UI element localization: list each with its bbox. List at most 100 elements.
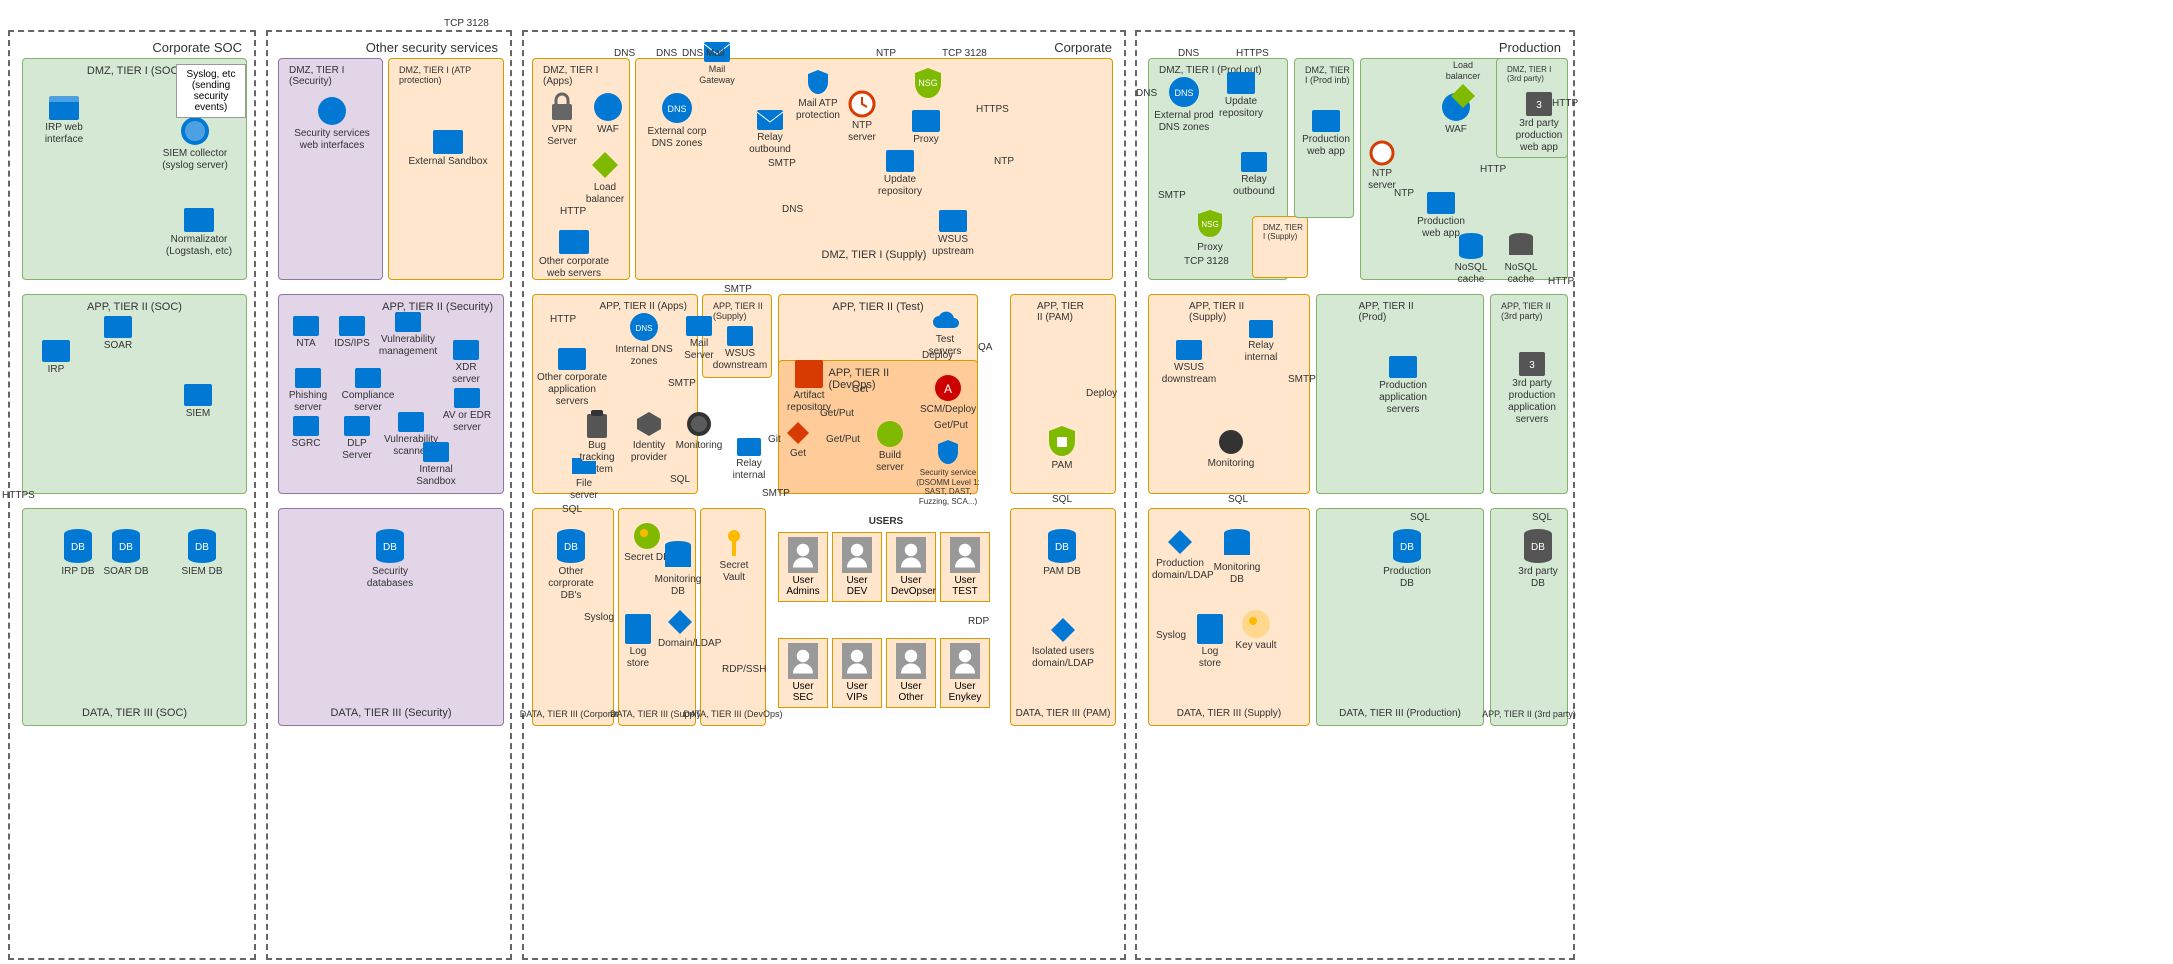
server-icon — [912, 110, 940, 132]
shield-icon — [806, 68, 830, 96]
node-nsg: NSG — [908, 66, 948, 100]
label-https2: HTTPS — [1236, 48, 1269, 59]
label-dns2: DNS — [656, 48, 677, 59]
server-icon — [1389, 356, 1417, 378]
cloud-icon — [931, 308, 959, 332]
svg-text:DB: DB — [119, 542, 133, 553]
tier-dmz-sec-label: DMZ, TIER I (Security) — [289, 65, 382, 87]
node-pam-db: DBPAM DB — [1038, 528, 1086, 578]
label-dns4: DNS — [782, 204, 803, 215]
tier-dmz-soc-label: DMZ, TIER I (SOC) — [87, 65, 182, 77]
diamond-icon — [1049, 616, 1077, 644]
gauge-icon — [685, 410, 713, 438]
svg-text:DB: DB — [564, 542, 578, 553]
tier-dmz-prod-inb-label: DMZ, TIER I (Prod inb) — [1305, 65, 1353, 85]
node-vpn-server: VPN Server — [540, 92, 584, 148]
node-update-repo2: Update repository — [1212, 72, 1270, 120]
server-icon — [355, 368, 381, 388]
node-build-server: Build server — [868, 420, 912, 474]
tier-data-devops-label: DATA, TIER III (DevOps) — [683, 709, 782, 719]
label-sql5: SQL — [1410, 512, 1430, 523]
label-rdp-ssh: RDP/SSH — [722, 664, 766, 675]
users-header: USERS — [869, 516, 903, 527]
label-https3: HTTPS — [2, 490, 35, 501]
label-sql1: SQL — [562, 504, 582, 515]
label-syslog2: Syslog — [1156, 630, 1186, 641]
node-sec-db: DBSecurity databases — [362, 528, 418, 590]
server-icon — [454, 388, 480, 408]
dns-icon: DNS — [629, 312, 659, 342]
user-other: User Other — [886, 638, 936, 708]
server-icon — [184, 208, 214, 232]
node-phishing: Phishing server — [280, 368, 336, 414]
tier-dmz-3rd-label: DMZ, TIER I (3rd party) — [1507, 65, 1567, 83]
db-icon: DB — [1047, 528, 1077, 564]
label-get-put1: Get/Put — [820, 408, 854, 419]
tier-dmz-supply-label: DMZ, TIER I (Supply) — [822, 249, 927, 261]
server-icon — [398, 412, 424, 432]
node-proxy: Proxy — [904, 110, 948, 146]
tier-data-soc-label: DATA, TIER III (SOC) — [82, 707, 187, 719]
node-load-balancer2: Load balancer — [1438, 58, 1488, 110]
node-monitoring2: Monitoring — [1206, 428, 1256, 470]
label-dns5: DNS — [1136, 88, 1157, 99]
node-identity-provider: Identity provider — [624, 410, 674, 464]
node-irp: IRP — [36, 340, 76, 376]
server-icon — [104, 316, 132, 338]
node-relay-internal2: Relay internal — [1236, 320, 1286, 364]
node-ext-sandbox: External Sandbox — [408, 130, 488, 168]
tier-app-apps-label: APP, TIER II (Apps) — [600, 301, 687, 312]
node-dlp-server: DLP Server — [332, 416, 382, 462]
tier-data-sec-label: DATA, TIER III (Security) — [330, 707, 451, 719]
node-nta: NTA — [286, 316, 326, 350]
server-icon — [1312, 110, 1340, 132]
syslog-info: Syslog, etc (sending security events) — [176, 64, 246, 118]
server-icon — [295, 368, 321, 388]
node-wsus-down2: WSUS downstream — [1160, 340, 1218, 386]
mail-icon — [1249, 320, 1273, 338]
node-sec-services-web: Security services web interfaces — [292, 96, 372, 152]
server-icon — [727, 326, 753, 346]
git-icon — [785, 420, 811, 446]
label-deploy2: Deploy — [1086, 388, 1117, 399]
box-icon — [795, 360, 823, 388]
server-icon — [395, 312, 421, 332]
node-pam: PAM — [1040, 424, 1084, 472]
svg-text:DNS: DNS — [636, 324, 653, 333]
label-http5: HTTP — [1548, 276, 1574, 287]
label-dns3: DNS — [682, 48, 703, 59]
node-vuln-mgmt: Vulnerability management — [378, 312, 438, 358]
label-https1: HTTPS — [976, 104, 1009, 115]
server-icon — [42, 340, 70, 362]
user-icon — [788, 537, 818, 573]
user-icon — [896, 643, 926, 679]
user-icon — [842, 643, 872, 679]
node-scm-deploy: ASCM/Deploy — [920, 374, 976, 416]
server-icon — [339, 316, 365, 336]
label-smtp5: SMTP — [1158, 190, 1186, 201]
svg-text:DNS: DNS — [667, 104, 686, 114]
label-qa: QA — [978, 342, 992, 353]
server-icon — [886, 150, 914, 172]
node-monitoring: Monitoring — [674, 410, 724, 452]
node-other-corp-app: Other corporate application servers — [536, 348, 608, 408]
user-admins: User Admins — [778, 532, 828, 602]
label-mail: Mail — [706, 48, 724, 59]
svg-text:3: 3 — [1529, 360, 1535, 371]
db-icon: DB — [111, 528, 141, 564]
node-prod-web-app: Production web app — [1298, 110, 1354, 158]
node-wsus-up: WSUS upstream — [926, 210, 980, 258]
label-rdp: RDP — [968, 616, 989, 627]
label-sql2: SQL — [670, 474, 690, 485]
node-key-vault: Key vault — [1234, 610, 1278, 652]
node-sgrc: SGRC — [284, 416, 328, 450]
zone-production-label: Production — [1499, 40, 1561, 55]
db-icon: DB — [1523, 528, 1553, 564]
key-icon — [722, 528, 746, 558]
node-siem: SIEM — [176, 384, 220, 420]
mail-icon — [686, 316, 712, 336]
tier-app-test-label: APP, TIER II (Test) — [832, 301, 923, 313]
server-icon — [344, 416, 370, 436]
node-3rd-app-servers: 33rd party production application server… — [1502, 352, 1562, 426]
shield-nsg-icon: NSG — [1196, 208, 1224, 240]
